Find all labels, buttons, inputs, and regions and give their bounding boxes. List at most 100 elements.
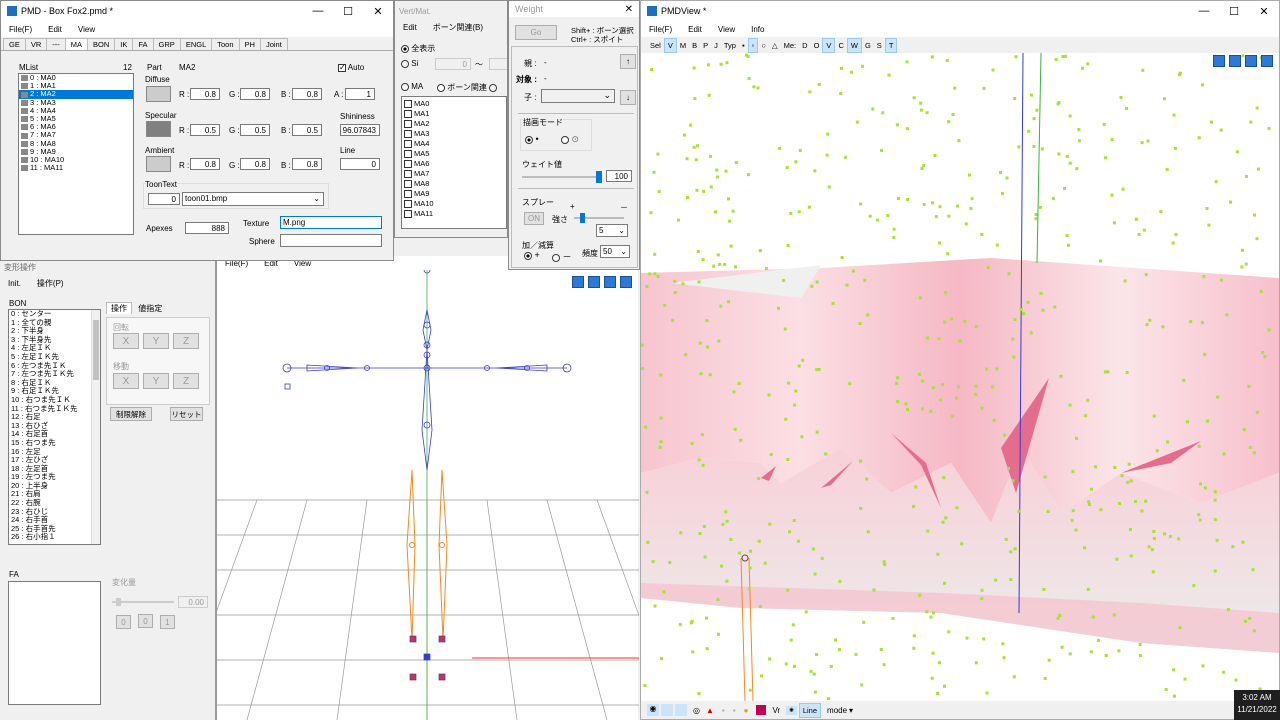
pv-rotate-icon[interactable] (1261, 55, 1273, 67)
status-line-button[interactable]: Line (798, 702, 822, 718)
status-icon-2[interactable] (661, 704, 673, 716)
pmdview-menu-edit[interactable]: Edit (680, 25, 710, 34)
show-all-radio[interactable]: 全表示 (401, 43, 435, 54)
taskbar-clock[interactable]: 3:02 AM 11/21/2022 (1234, 690, 1280, 720)
checkbox-icon[interactable] (404, 190, 412, 199)
tool-j[interactable]: J (711, 39, 721, 52)
mid-3d-view[interactable]: File(F) Edit View (216, 256, 639, 720)
tool-c[interactable]: C (835, 39, 846, 52)
tool-circle-icon[interactable]: ○ (758, 39, 769, 52)
si-value-end[interactable] (489, 58, 507, 70)
list-item[interactable]: MA9 (402, 189, 506, 199)
move-y-button[interactable]: Y (143, 373, 169, 389)
tool-me[interactable]: Me: (781, 39, 800, 52)
status-color-icon[interactable] (756, 705, 767, 715)
checkbox-icon[interactable] (404, 160, 412, 169)
spray-on-button[interactable]: ON (524, 212, 544, 225)
bone-radio[interactable]: ボーン関連 (437, 82, 498, 93)
specular-g-input[interactable]: 0.5 (240, 124, 270, 136)
sub-radio[interactable]: － (552, 250, 572, 263)
toontext-index[interactable]: 0 (148, 193, 180, 205)
reset-button[interactable]: リセット (170, 407, 203, 421)
unlock-button[interactable]: 制限解除 (110, 407, 152, 421)
tool-typ[interactable]: Typ (721, 39, 739, 52)
weight-slider[interactable] (522, 171, 602, 183)
pmdview-menu-file[interactable]: File(F) (641, 25, 680, 34)
pmd-menu-file[interactable]: File(F) (1, 25, 40, 34)
tool-sel[interactable]: Sel (647, 39, 664, 52)
list-item[interactable]: 11 : MA11 (19, 164, 133, 172)
weight-close-icon[interactable]: ✕ (625, 4, 633, 15)
checkbox-icon[interactable] (404, 120, 412, 129)
small-button-1[interactable]: 0 (138, 614, 153, 628)
tool-dot-icon[interactable]: ▪ (739, 39, 748, 52)
tool-g[interactable]: G (862, 39, 874, 52)
ambient-b-input[interactable]: 0.8 (292, 158, 322, 170)
tab-0[interactable]: GE (3, 38, 26, 50)
rotate-z-button[interactable]: Z (173, 333, 199, 349)
tool-d[interactable]: D (799, 39, 810, 52)
pmdview-menu-view[interactable]: View (710, 25, 743, 34)
tool-b[interactable]: B (689, 39, 700, 52)
status-misc-icon[interactable]: ▪ (722, 706, 725, 715)
tool-p[interactable]: P (700, 39, 711, 52)
status-misc-icon-2[interactable]: ▪ (733, 706, 736, 715)
pmd-menu-edit[interactable]: Edit (40, 25, 70, 34)
pmdview-menu-info[interactable]: Info (743, 25, 772, 34)
tool-o[interactable]: O (811, 39, 823, 52)
list-item[interactable]: MA2 (402, 119, 506, 129)
pmdview-maximize-icon[interactable]: ☐ (1219, 5, 1249, 18)
list-item[interactable]: MA0 (402, 99, 506, 109)
status-grid-icon[interactable]: ⁕ (786, 705, 797, 715)
si-radio[interactable]: Si (401, 59, 418, 68)
status-mode-dropdown[interactable]: mode (827, 706, 847, 715)
list-item[interactable]: MA7 (402, 169, 506, 179)
status-vr[interactable]: Vr (772, 706, 780, 715)
table-row[interactable]: 26 : 右小指１ (9, 533, 100, 542)
freq-select[interactable]: 50 ⌄ (600, 245, 630, 258)
toontext-select[interactable]: toon01.bmp ⌄ (182, 192, 324, 206)
tab-10[interactable]: PH (238, 38, 261, 50)
close-icon[interactable]: ✕ (363, 5, 393, 18)
specular-swatch[interactable] (146, 121, 171, 137)
tool-w[interactable]: W (846, 37, 862, 53)
checkbox-icon[interactable] (404, 200, 412, 209)
status-icon-1[interactable]: ◉ (647, 704, 659, 716)
ambient-g-input[interactable]: 0.8 (240, 158, 270, 170)
tool-t[interactable]: T (884, 37, 898, 53)
pv-move-icon[interactable] (1213, 55, 1225, 67)
strength-select[interactable]: 5 ⌄ (596, 224, 628, 237)
small-button-0[interactable]: 0 (116, 615, 131, 629)
draw-mode-radio-1[interactable]: • (525, 134, 539, 144)
checkbox-icon[interactable] (404, 170, 412, 179)
tab-1[interactable]: VR (24, 38, 48, 50)
diffuse-r-input[interactable]: 0.8 (190, 88, 220, 100)
deform-menu-operate[interactable]: 操作(P) (29, 278, 72, 289)
add-radio[interactable]: + (524, 250, 540, 260)
strength-slider[interactable] (574, 213, 624, 223)
auto-checkbox[interactable]: ✓ Auto (338, 63, 364, 72)
ambient-r-input[interactable]: 0.8 (190, 158, 220, 170)
draw-mode-radio-2[interactable]: ⊙ (561, 134, 579, 145)
rotate-x-button[interactable]: X (113, 333, 139, 349)
vert-material-list[interactable]: MA0 MA1 MA2 MA3 MA4 MA5 MA6 MA7 MA8 MA9 MA10 MA11 (401, 96, 507, 229)
specular-b-input[interactable]: 0.5 (292, 124, 322, 136)
tab-value[interactable]: 値指定 (134, 303, 166, 314)
maximize-icon[interactable]: ☐ (333, 5, 363, 18)
pmdview-close-icon[interactable]: ✕ (1249, 5, 1279, 18)
weight-value-input[interactable]: 100 (606, 170, 632, 182)
tab-operate[interactable]: 操作 (106, 302, 132, 314)
list-item[interactable]: MA1 (402, 109, 506, 119)
list-item[interactable]: MA10 (402, 199, 506, 209)
line-input[interactable]: 0 (340, 158, 380, 170)
material-list[interactable]: 0 : MA0 1 : MA1 2 : MA2 3 : MA3 4 : MA4 5 : M… (18, 73, 134, 235)
go-button[interactable]: Go (515, 25, 557, 40)
diffuse-g-input[interactable]: 0.8 (240, 88, 270, 100)
bone-list[interactable]: 0 : センター 1 : 全ての親 2 : 下半身 3 : 下半身先 4 : 左足ＩＫ 5… (8, 309, 101, 545)
pmdview-viewport[interactable] (641, 53, 1279, 701)
deform-menu-init[interactable]: Init. (0, 279, 29, 288)
tab-6[interactable]: FA (132, 38, 154, 50)
status-triangle-icon[interactable]: ▲ (706, 706, 714, 715)
tool-v2[interactable]: V (822, 37, 836, 53)
minimize-icon[interactable]: — (303, 5, 333, 18)
